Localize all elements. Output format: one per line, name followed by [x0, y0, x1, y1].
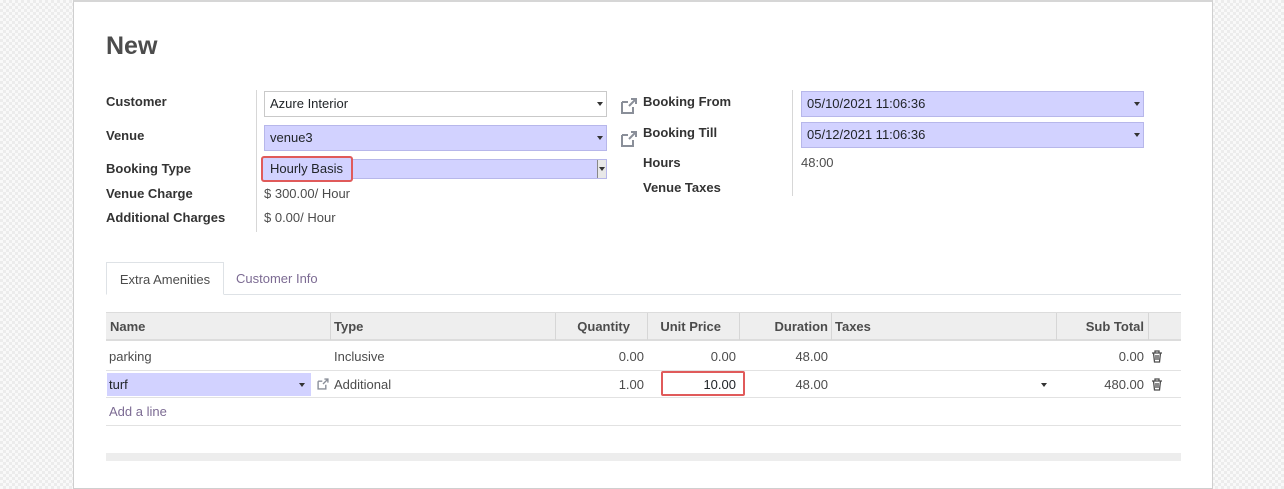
- row-quantity: 0.00: [618, 349, 644, 364]
- booking-from-value: 05/10/2021 11:06:36: [807, 96, 926, 111]
- page-title: New: [106, 32, 158, 60]
- hours-label: Hours: [643, 155, 681, 170]
- dropdown-caret-icon[interactable]: [597, 136, 603, 140]
- hours-value: 48:00: [801, 155, 834, 170]
- table-footer: [106, 453, 1181, 461]
- tab-extra-amenities[interactable]: Extra Amenities: [106, 262, 224, 295]
- row-divider: [106, 425, 1181, 426]
- column-divider: [330, 313, 331, 340]
- additional-charges-value: $ 0.00/ Hour: [264, 210, 336, 225]
- row-subtotal: 480.00: [1104, 377, 1144, 392]
- booking-till-label: Booking Till: [643, 125, 718, 140]
- dropdown-caret-icon[interactable]: [597, 160, 606, 178]
- booking-till-input[interactable]: 05/12/2021 11:06:36: [801, 122, 1144, 148]
- external-link-icon[interactable]: [619, 96, 639, 116]
- dropdown-caret-icon[interactable]: [1134, 102, 1140, 106]
- customer-value: Azure Interior: [270, 96, 349, 111]
- booking-from-input[interactable]: 05/10/2021 11:06:36: [801, 91, 1144, 117]
- column-header-quantity[interactable]: Quantity: [577, 319, 630, 334]
- column-header-duration[interactable]: Duration: [775, 319, 828, 334]
- trash-icon[interactable]: [1151, 378, 1163, 391]
- venue-charge-label: Venue Charge: [106, 186, 193, 201]
- row-name: turf: [109, 377, 128, 392]
- unit-price-input[interactable]: 10.00: [661, 371, 745, 396]
- row-duration: 48.00: [795, 349, 828, 364]
- booking-from-label: Booking From: [643, 94, 732, 109]
- booking-till-value: 05/12/2021 11:06:36: [807, 127, 926, 142]
- trash-icon[interactable]: [1151, 350, 1163, 363]
- venue-label: Venue: [106, 128, 145, 143]
- row-subtotal: 0.00: [1118, 349, 1144, 364]
- right-group-separator: [792, 90, 793, 196]
- venue-select[interactable]: venue3: [264, 125, 607, 151]
- column-divider: [647, 313, 648, 340]
- booking-type-label: Booking Type: [106, 161, 191, 176]
- tab-customer-info[interactable]: Customer Info: [236, 271, 318, 286]
- dropdown-caret-icon[interactable]: [597, 102, 603, 106]
- left-group-separator: [256, 90, 257, 232]
- tabs-underline: [106, 294, 1181, 295]
- venue-value: venue3: [270, 130, 313, 145]
- row-divider: [106, 397, 1181, 398]
- external-link-icon[interactable]: [619, 129, 639, 149]
- customer-label: Customer: [106, 94, 167, 109]
- external-link-icon[interactable]: [316, 377, 330, 391]
- column-divider: [1056, 313, 1057, 340]
- row-name-select[interactable]: turf: [107, 373, 311, 396]
- customer-select[interactable]: Azure Interior: [264, 91, 607, 117]
- column-header-name[interactable]: Name: [110, 319, 145, 334]
- form-sheet: New Customer Venue Booking Type Venue Ch…: [73, 0, 1213, 489]
- row-type: Additional: [334, 377, 392, 392]
- column-header-taxes[interactable]: Taxes: [835, 319, 871, 334]
- row-type: Inclusive: [334, 349, 385, 364]
- column-divider: [739, 313, 740, 340]
- additional-charges-label: Additional Charges: [106, 210, 226, 225]
- row-duration[interactable]: 48.00: [795, 377, 828, 392]
- row-unit-price: 0.00: [710, 349, 736, 364]
- add-line-link[interactable]: Add a line: [109, 404, 167, 419]
- dropdown-caret-icon[interactable]: [1041, 383, 1047, 387]
- booking-type-select[interactable]: Hourly Basis: [261, 156, 607, 182]
- column-header-subtotal[interactable]: Sub Total: [1086, 319, 1144, 334]
- table-row[interactable]: turf Additional 1.00 10.00 48.00 480.00: [106, 371, 1181, 398]
- column-header-type[interactable]: Type: [334, 319, 363, 334]
- row-name: parking: [109, 349, 152, 364]
- venue-taxes-label: Venue Taxes: [643, 180, 721, 195]
- table-header: Name Type Quantity Unit Price Duration T…: [106, 312, 1181, 341]
- dropdown-caret-icon[interactable]: [299, 383, 305, 387]
- booking-type-value: Hourly Basis: [261, 156, 353, 182]
- venue-charge-value: $ 300.00/ Hour: [264, 186, 351, 201]
- column-divider: [1148, 313, 1149, 340]
- column-divider: [831, 313, 832, 340]
- table-row[interactable]: parking Inclusive 0.00 0.00 48.00 0.00: [106, 342, 1181, 370]
- column-divider: [555, 313, 556, 340]
- column-header-unit-price[interactable]: Unit Price: [660, 319, 721, 334]
- dropdown-caret-icon[interactable]: [1134, 133, 1140, 137]
- row-quantity[interactable]: 1.00: [619, 377, 644, 392]
